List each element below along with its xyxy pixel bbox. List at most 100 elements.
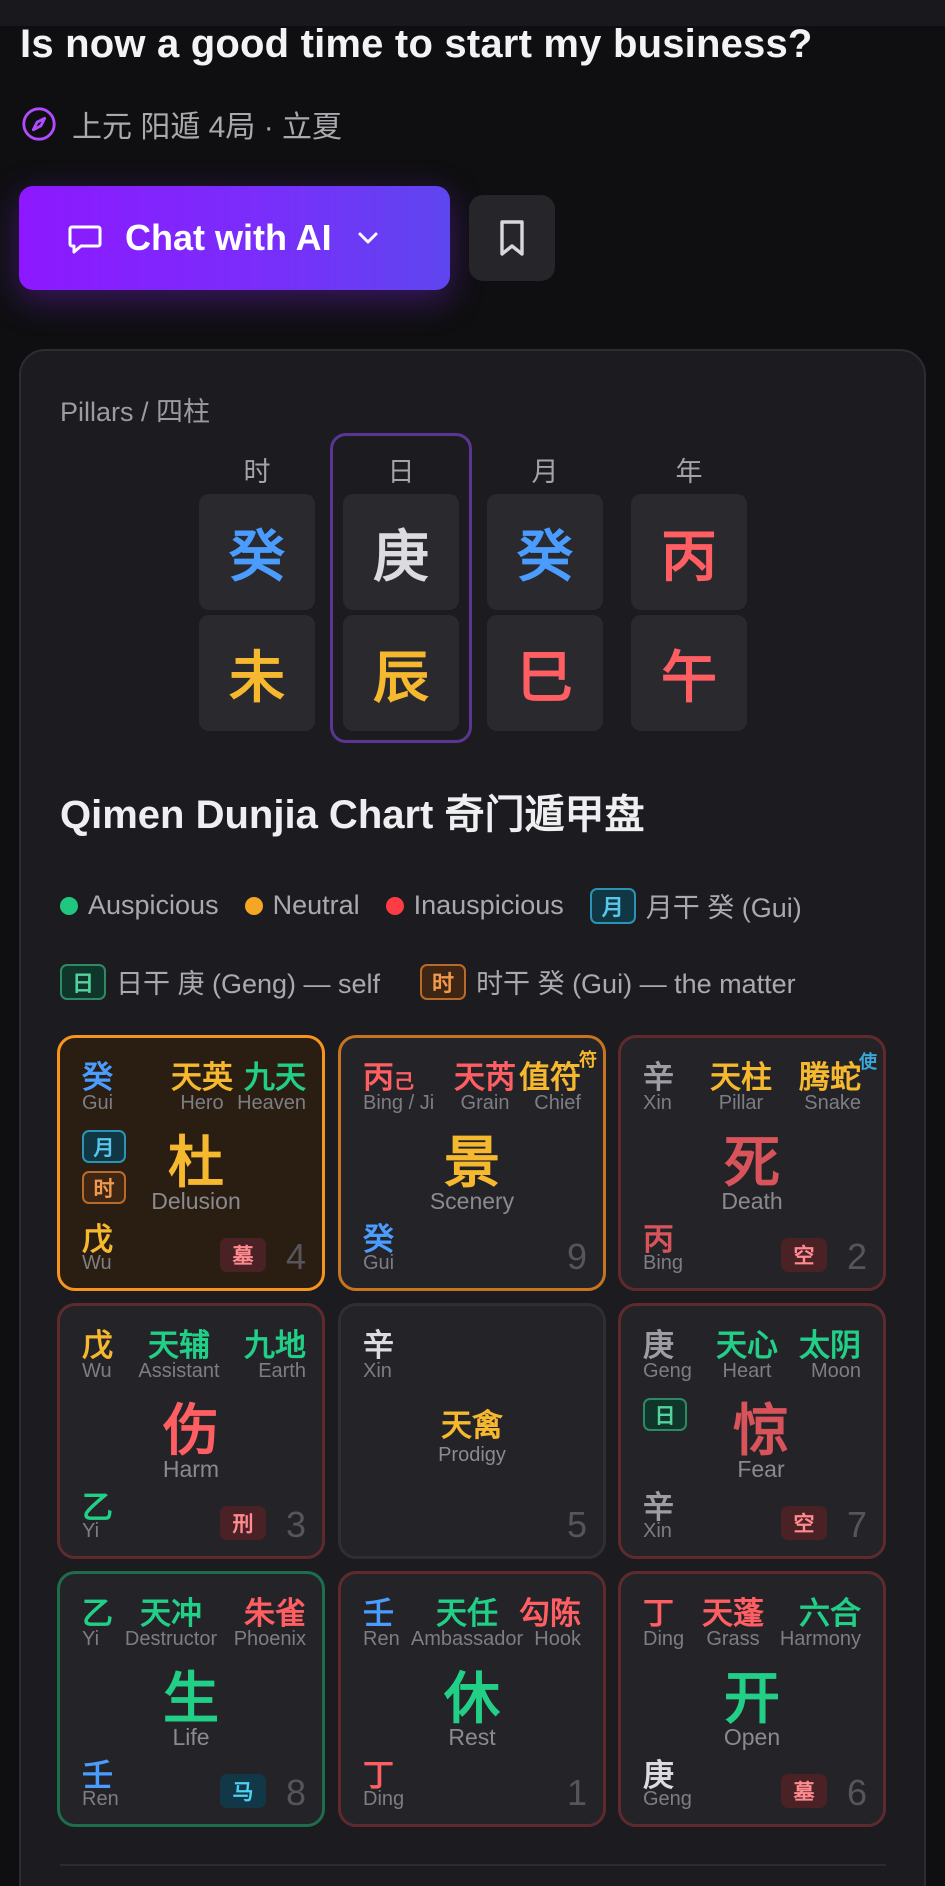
- deity-en: Moon: [810, 1360, 861, 1382]
- month-tag: 月: [589, 887, 636, 924]
- earth-stem-pinyin: Yi: [82, 1520, 100, 1542]
- heaven-stem: 辛: [643, 1060, 674, 1095]
- legend-neutral: Neutral: [244, 890, 360, 921]
- palace-8[interactable]: 乙 Yi 天冲 Destructor 朱雀 Phoenix 生 Life 壬 R…: [57, 1571, 325, 1827]
- star-en: Pillar: [718, 1092, 764, 1114]
- star: 天冲: [140, 1596, 202, 1631]
- chat-with-ai-button[interactable]: Chat with AI: [19, 186, 450, 290]
- star-en: Hero: [180, 1092, 224, 1114]
- inauspicious-dot-icon: [385, 896, 404, 915]
- deity: 值符: [519, 1060, 581, 1095]
- heaven-stem-pinyin: Ren: [363, 1628, 400, 1650]
- compass-icon: [22, 107, 56, 141]
- deity: 腾蛇: [799, 1060, 861, 1095]
- pillar-branch-hour: 未: [199, 615, 315, 731]
- deity-en: Harmony: [779, 1628, 861, 1650]
- chat-button-label: Chat with AI: [125, 217, 332, 258]
- deity-en: Chief: [534, 1092, 581, 1114]
- chat-bubble-icon: [68, 225, 102, 254]
- door: 惊: [733, 1399, 789, 1462]
- heaven-stem: 戊: [82, 1328, 113, 1363]
- legend-day-text: 日干 庚 (Geng) — self: [116, 969, 381, 999]
- bookmark-icon: [500, 220, 524, 256]
- heaven-stem-pinyin: Xin: [643, 1092, 672, 1114]
- legend-row-1: Auspicious Neutral Inauspicious 月 月干 癸 (…: [60, 886, 802, 925]
- palace-2[interactable]: 辛 Xin 天柱 Pillar 腾蛇 Snake 使 死 Death 丙 Bin…: [618, 1035, 886, 1291]
- door-en: Life: [172, 1724, 210, 1750]
- neutral-dot-icon: [244, 896, 263, 915]
- status-badge: 墓: [220, 1238, 266, 1272]
- door: 死: [724, 1131, 780, 1194]
- status-badge: 空: [781, 1506, 827, 1540]
- earth-stem-pinyin: Xin: [643, 1520, 672, 1542]
- pillars-label: Pillars / 四柱: [60, 397, 211, 427]
- door: 伤: [163, 1399, 219, 1462]
- palace-7[interactable]: 庚 Geng 天心 Heart 太阴 Moon 日 惊 Fear 辛 Xin 空…: [618, 1303, 886, 1559]
- door: 景: [444, 1131, 500, 1194]
- star-en: Destructor: [124, 1628, 218, 1650]
- palace-1[interactable]: 壬 Ren 天任 Ambassador 勾陈 Hook 休 Rest 丁 Din…: [338, 1571, 606, 1827]
- card-divider: [60, 1864, 886, 1866]
- question-title: Is now a good time to start my business?: [20, 22, 813, 66]
- legend-month-stem: 月 月干 癸 (Gui): [589, 886, 802, 925]
- status-badge: 刑: [220, 1506, 266, 1540]
- bookmark-button[interactable]: [469, 195, 555, 281]
- palace-4[interactable]: 癸 Gui 天英 Hero 九天 Heaven 月 时 杜 Delusion 戊…: [57, 1035, 325, 1291]
- earth-stem-pinyin: Geng: [643, 1788, 692, 1810]
- legend-hour-stem: 时 时干 癸 (Gui) — the matter: [420, 962, 796, 1001]
- pillar-branch-day: 辰: [343, 615, 459, 731]
- heaven-stem: 乙: [82, 1596, 113, 1631]
- door: 杜: [168, 1131, 224, 1194]
- star: 天辅: [148, 1328, 210, 1363]
- pillar-stem-year: 丙: [631, 494, 747, 610]
- palace-number: 8: [285, 1772, 306, 1813]
- star: 天英: [171, 1060, 233, 1095]
- deity: 太阴: [799, 1328, 861, 1363]
- heaven-stem-pinyin: Yi: [82, 1628, 100, 1650]
- heaven-stem: 辛: [363, 1328, 394, 1363]
- subtitle-text: 上元 阳遁 4局 · 立夏: [72, 111, 343, 144]
- earth-stem-pinyin: Wu: [82, 1252, 112, 1274]
- heaven-stem: 丁: [643, 1596, 674, 1631]
- door-en: Delusion: [151, 1188, 241, 1214]
- status-badge: 空: [781, 1238, 827, 1272]
- palace-3[interactable]: 戊 Wu 天辅 Assistant 九地 Earth 伤 Harm 乙 Yi 刑…: [57, 1303, 325, 1559]
- heaven-stem: 丙己: [363, 1052, 414, 1097]
- earth-stem-pinyin: Gui: [363, 1252, 395, 1274]
- pillar-stem-hour: 癸: [199, 494, 315, 610]
- palace-6[interactable]: 丁 Ding 天蓬 Grass 六合 Harmony 开 Open 庚 Geng…: [618, 1571, 886, 1827]
- star-en: Grass: [706, 1628, 760, 1650]
- pillar-stem-day: 庚: [343, 494, 459, 610]
- heaven-stem: 庚: [643, 1328, 674, 1363]
- heaven-stem-pinyin: Wu: [82, 1360, 112, 1382]
- star: 天蓬: [702, 1596, 764, 1631]
- palace-number: 7: [846, 1504, 867, 1545]
- status-badge: 马: [220, 1774, 266, 1808]
- auspicious-dot-icon: [60, 896, 78, 915]
- legend-neutral-label: Neutral: [272, 890, 360, 920]
- door-en: Rest: [448, 1724, 496, 1750]
- star-en: Prodigy: [438, 1444, 506, 1466]
- palace-9[interactable]: 丙己 Bing / Ji 天芮 Grain 值符 Chief 符 景 Scene…: [338, 1035, 606, 1291]
- legend-month-text: 月干 癸 (Gui): [645, 893, 802, 923]
- legend-row-2: 日 日干 庚 (Geng) — self 时 时干 癸 (Gui) — the …: [60, 962, 822, 1001]
- legend-inauspicious-label: Inauspicious: [413, 890, 564, 920]
- pillar-stem-month: 癸: [487, 494, 603, 610]
- palace-5[interactable]: 辛 Xin 天禽 Prodigy 5: [338, 1303, 606, 1559]
- status-badge: 墓: [781, 1774, 827, 1808]
- door-en: Harm: [162, 1456, 220, 1482]
- palace-number: 2: [846, 1236, 867, 1277]
- deity-en: Heaven: [237, 1092, 306, 1114]
- deity: 六合: [799, 1596, 861, 1631]
- heaven-stem-pinyin: Gui: [82, 1092, 114, 1114]
- earth-stem-pinyin: Bing: [643, 1252, 684, 1274]
- heaven-stem-pinyin: Geng: [643, 1360, 692, 1382]
- chief-marker: 符: [579, 1050, 597, 1070]
- deity-en: Earth: [258, 1360, 306, 1382]
- legend-day-stem: 日 日干 庚 (Geng) — self: [60, 962, 380, 1001]
- star-en: Grain: [460, 1092, 510, 1114]
- door-en: Death: [721, 1188, 783, 1214]
- heaven-stem: 癸: [82, 1060, 113, 1095]
- door: 生: [163, 1667, 219, 1730]
- palace-number: 6: [846, 1772, 867, 1813]
